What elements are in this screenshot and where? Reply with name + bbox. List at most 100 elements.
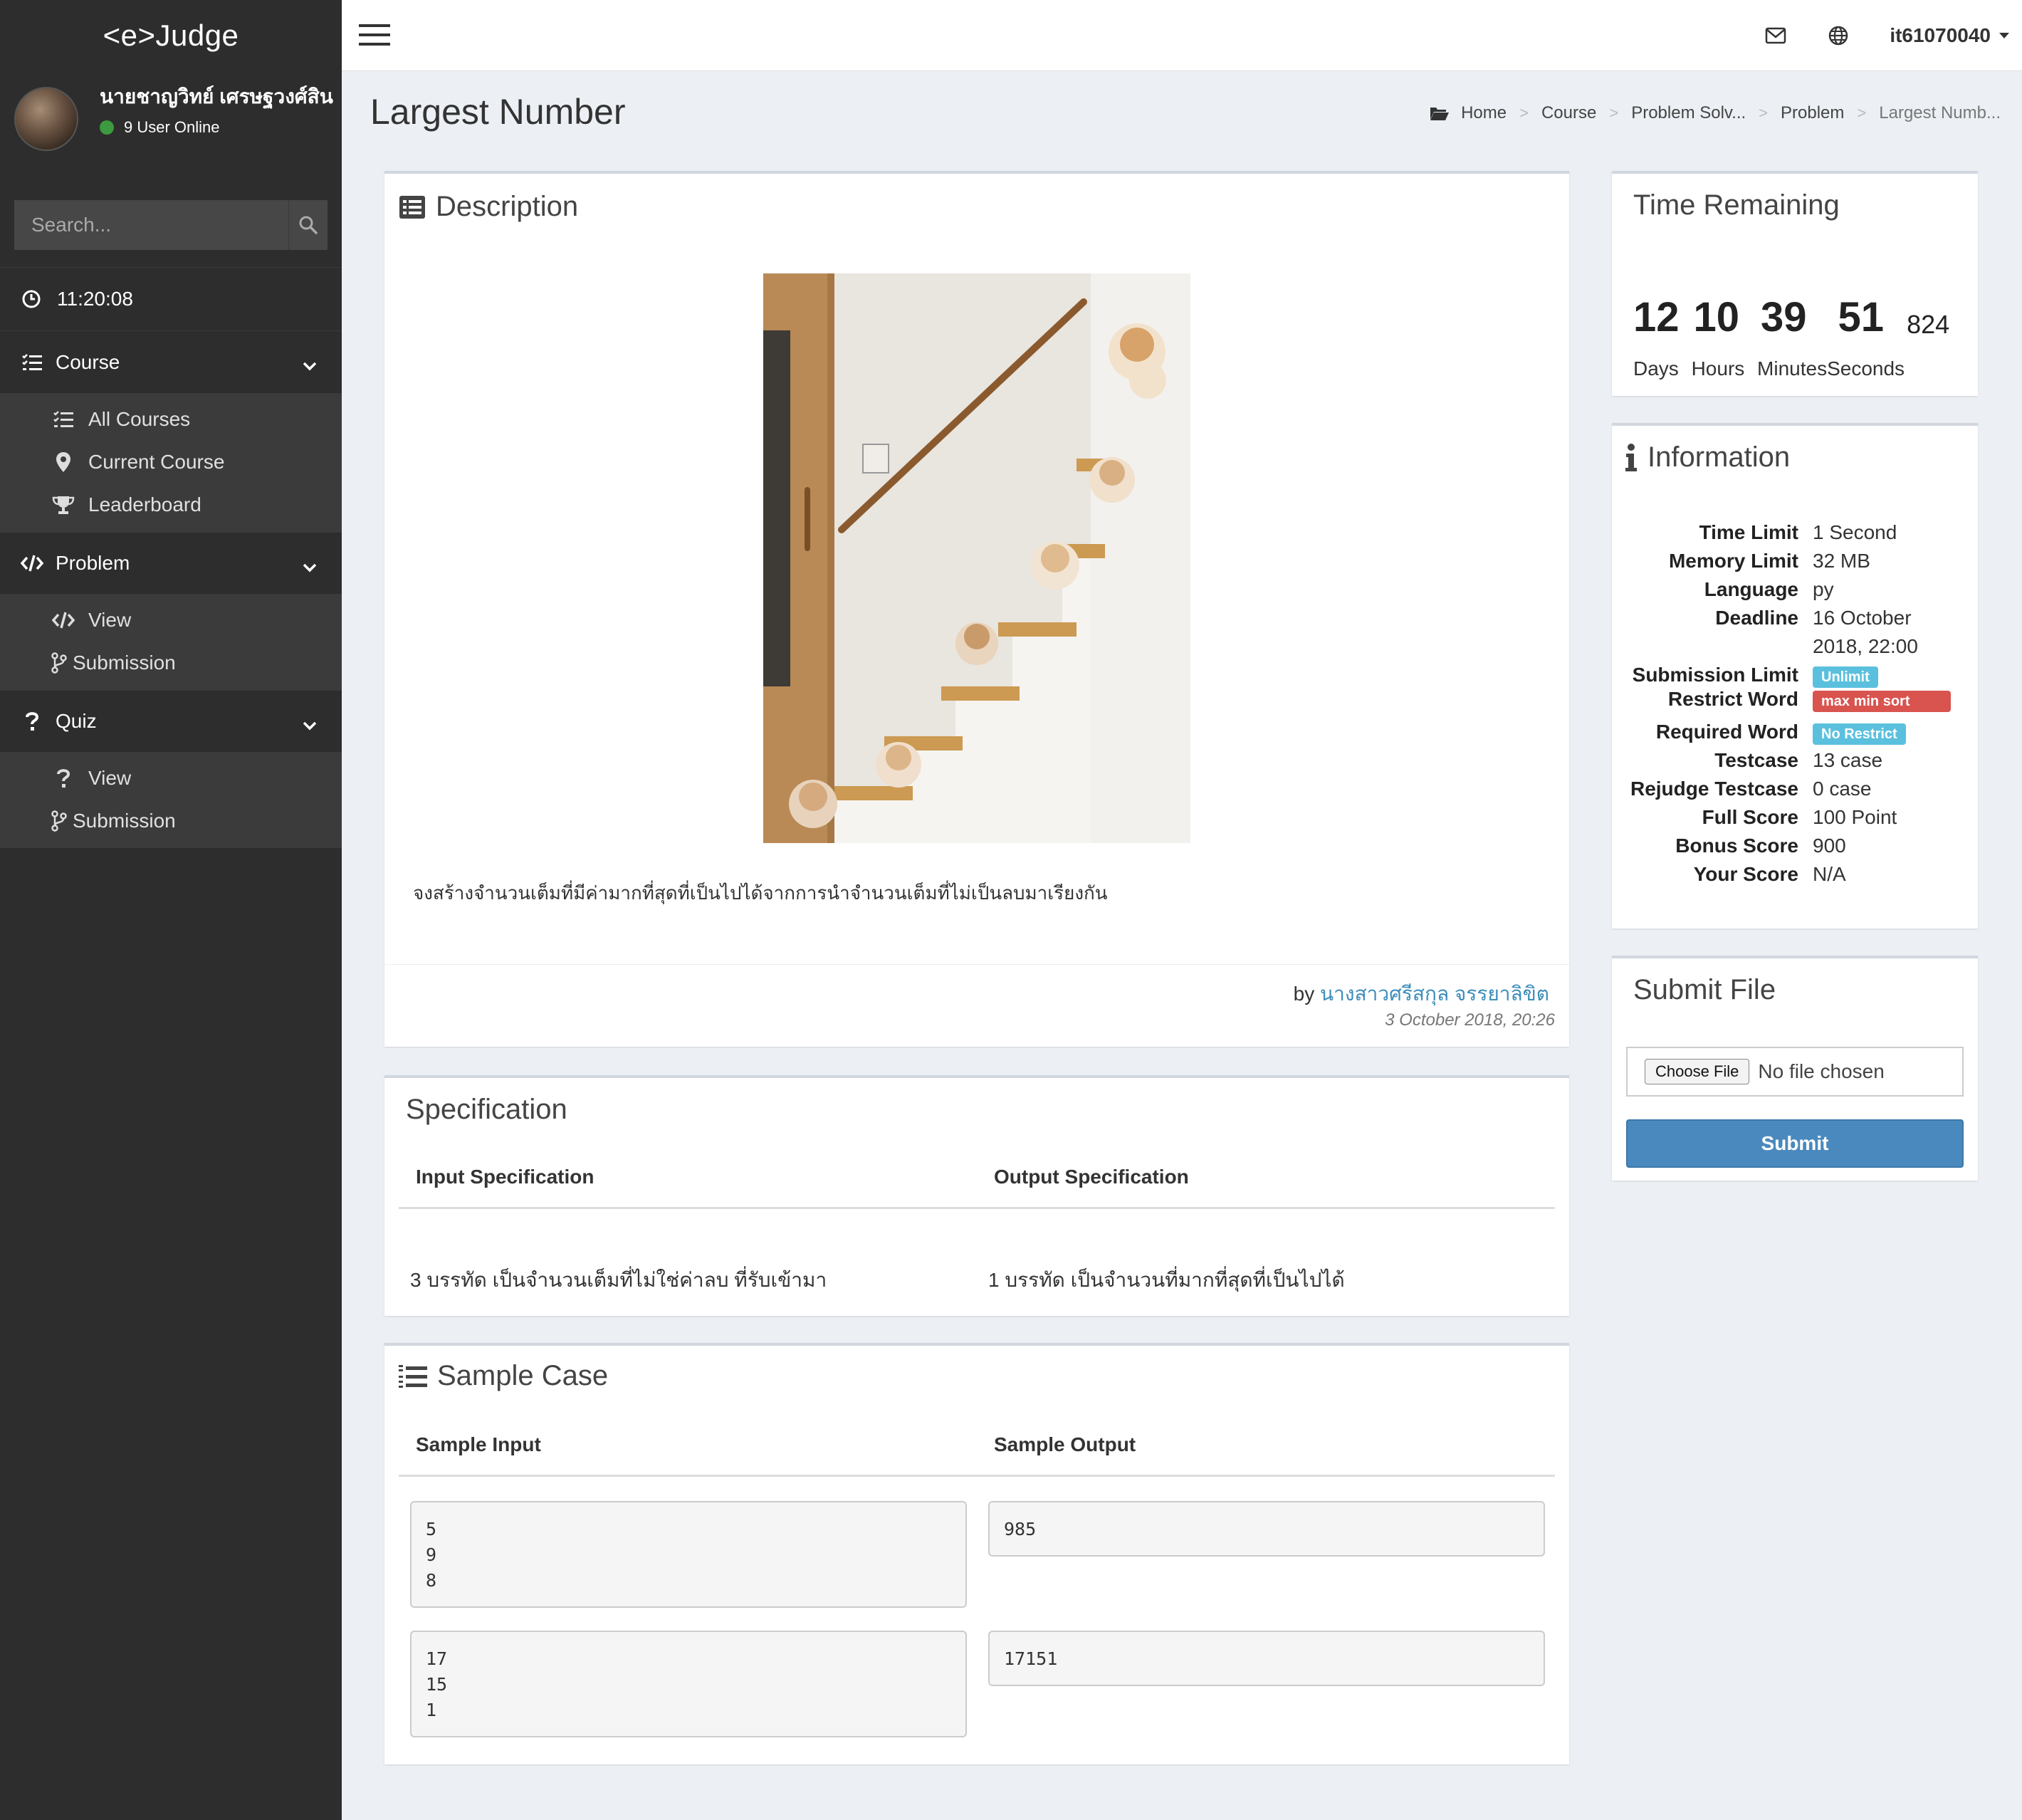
sidebar-item-problem-view[interactable]: View	[3, 599, 342, 642]
brand-logo[interactable]: <e>Judge	[0, 0, 342, 71]
sidebar-item-label: View	[88, 767, 132, 789]
info-rejudge-testcase: Rejudge Testcase 0 case	[1612, 775, 1978, 803]
sample-input-header: Sample Input	[416, 1433, 541, 1455]
user-name: นายชาญวิทย์ เศรษฐวงศ์สิน	[100, 85, 333, 108]
author-link[interactable]: นางสาวศรีสกุล จรรยาลิขิต	[1320, 983, 1549, 1005]
search-input[interactable]	[14, 200, 288, 250]
info-value: 1 Second	[1813, 521, 1897, 543]
info-language: Language py	[1612, 575, 1978, 604]
file-input[interactable]: Choose File No file chosen	[1626, 1047, 1964, 1097]
clock-icon	[21, 289, 41, 309]
info-value: py	[1813, 578, 1834, 600]
info-restrict-word: Restrict Word max min sort	[1612, 685, 1978, 713]
info-key: Rejudge Testcase	[1630, 778, 1798, 800]
sidebar-item-current-course[interactable]: Current Course	[3, 441, 342, 483]
sidebar-item-label: Current Course	[88, 451, 225, 473]
countdown-hours: 10	[1693, 294, 1740, 340]
output-spec-text: 1 บรรทัด เป็นจำนวนที่มากที่สุดที่เป็นไปไ…	[988, 1269, 1345, 1291]
info-deadline: Deadline 16 October 2018, 22:00	[1612, 604, 1978, 661]
countdown-seconds: 51	[1838, 294, 1885, 340]
sidebar-item-label: Course	[56, 350, 120, 373]
sample-input-1[interactable]: 5 9 8	[410, 1501, 967, 1608]
sidebar-search	[14, 200, 328, 250]
submit-file-title: Submit File	[1633, 974, 1776, 1005]
online-status: 9 User Online	[100, 118, 335, 137]
top-navbar: it61070040	[342, 0, 2022, 71]
sidebar-item-problem[interactable]: Problem	[0, 532, 342, 595]
hamburger-menu-icon[interactable]	[359, 23, 390, 51]
description-box: Description จงสร้างจำนวนเต็มที่มีค่ามากท…	[384, 171, 1569, 1047]
info-key: Required Word	[1655, 721, 1798, 743]
sidebar-item-all-courses[interactable]: All Courses	[3, 398, 342, 441]
specification-title: Specification	[406, 1094, 567, 1125]
submit-file-box: Submit File Choose File No file chosen S…	[1612, 956, 1978, 1181]
required-word-badge: No Restrict	[1813, 723, 1906, 745]
avatar	[14, 87, 78, 151]
info-key: Your Score	[1693, 863, 1798, 885]
breadcrumb-separator: >	[1857, 104, 1867, 122]
specification-box: Specification Input Specification Output…	[384, 1075, 1569, 1316]
info-required-word: Required Word No Restrict	[1612, 718, 1978, 746]
breadcrumb-problem[interactable]: Problem	[1781, 103, 1844, 123]
question-icon	[51, 768, 75, 789]
sidebar-item-label: Leaderboard	[88, 493, 201, 516]
time-remaining-box: Time Remaining 12 10 39 51 824 Days Hour…	[1612, 171, 1978, 396]
sidebar-item-problem-submission[interactable]: Submission	[3, 642, 342, 684]
countdown: 12 10 39 51 824	[1633, 293, 1949, 341]
sidebar-item-label: Submission	[73, 652, 176, 674]
info-key: Memory Limit	[1668, 550, 1798, 572]
sidebar-item-quiz[interactable]: Quiz	[0, 690, 342, 753]
globe-icon[interactable]	[1807, 0, 1870, 71]
sample-input-2[interactable]: 17 15 1	[410, 1631, 967, 1737]
sidebar-item-quiz-view[interactable]: View	[3, 757, 342, 800]
code-branch-icon	[51, 652, 67, 674]
problem-image	[763, 273, 1190, 843]
info-your-score: Your Score N/A	[1612, 860, 1978, 889]
sample-case-title-text: Sample Case	[437, 1360, 609, 1391]
info-value: 900	[1813, 835, 1846, 857]
sample-case-title: Sample Case	[399, 1360, 608, 1392]
sample-output-header: Sample Output	[994, 1433, 1136, 1455]
sample-header-row: Sample Input Sample Output	[399, 1414, 1555, 1477]
sidebar-item-quiz-submission[interactable]: Submission	[3, 800, 342, 842]
quiz-submenu: View Submission	[0, 753, 342, 848]
time-remaining-title: Time Remaining	[1633, 189, 1840, 221]
breadcrumb-course[interactable]: Course	[1541, 103, 1596, 123]
description-footer-divider	[384, 964, 1569, 965]
caret-down-icon	[1999, 33, 2009, 38]
folder-open-icon	[1430, 108, 1450, 120]
sample-output-1[interactable]: 985	[988, 1501, 1545, 1557]
sidebar-item-label: View	[88, 609, 132, 631]
choose-file-button[interactable]: Choose File	[1645, 1059, 1750, 1084]
countdown-labels: Days Hours MinutesSeconds	[1633, 357, 1905, 380]
code-icon	[51, 611, 75, 629]
envelope-icon[interactable]	[1744, 0, 1807, 71]
info-key: Language	[1704, 578, 1798, 600]
online-count: 9 User Online	[124, 118, 220, 136]
user-dropdown[interactable]: it61070040	[1890, 24, 2011, 47]
clock: 11:20:08	[0, 267, 342, 331]
countdown-minutes: 39	[1761, 294, 1807, 340]
submit-button[interactable]: Submit	[1626, 1119, 1964, 1168]
search-button[interactable]	[288, 200, 328, 250]
by-label: by	[1293, 983, 1315, 1005]
question-icon	[20, 711, 44, 732]
breadcrumb-separator: >	[1759, 104, 1769, 122]
info-key: Restrict Word	[1667, 688, 1798, 710]
info-value: N/A	[1813, 863, 1846, 885]
sidebar-item-course[interactable]: Course	[0, 331, 342, 394]
list-alt-icon	[399, 195, 426, 219]
breadcrumb-problem-solving[interactable]: Problem Solv...	[1631, 103, 1746, 123]
online-dot-icon	[100, 120, 114, 135]
breadcrumb-current: Largest Numb...	[1879, 103, 2001, 122]
breadcrumb-home[interactable]: Home	[1461, 103, 1507, 123]
info-key: Time Limit	[1699, 521, 1798, 543]
sidebar-item-leaderboard[interactable]: Leaderboard	[3, 483, 342, 526]
sample-output-2[interactable]: 17151	[988, 1631, 1545, 1686]
sidebar-item-label: Problem	[56, 552, 130, 574]
description-text: จงสร้างจำนวนเต็มที่มีค่ามากที่สุดที่เป็น…	[413, 882, 1108, 904]
description-title-text: Description	[436, 191, 579, 222]
breadcrumb-separator: >	[1519, 104, 1529, 122]
info-memory-limit: Memory Limit 32 MB	[1612, 547, 1978, 575]
map-marker-icon	[51, 451, 75, 473]
